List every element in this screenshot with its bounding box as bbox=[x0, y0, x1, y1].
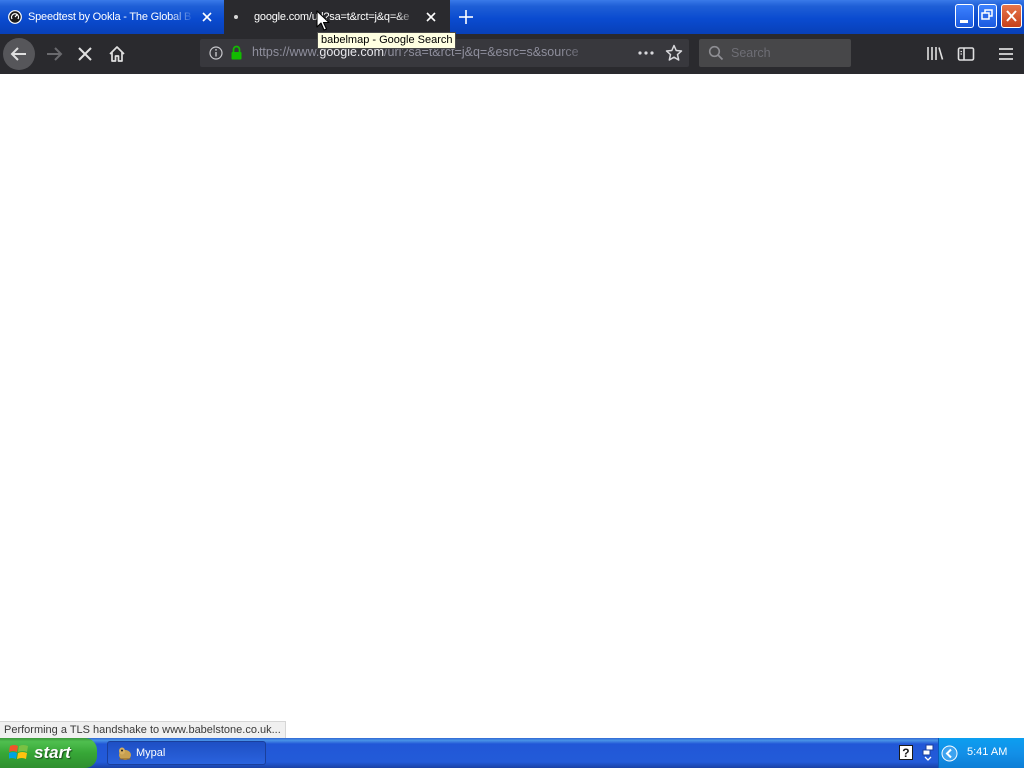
svg-text:?: ? bbox=[902, 746, 909, 760]
close-window-button[interactable] bbox=[1001, 4, 1022, 28]
back-arrow-icon bbox=[10, 47, 26, 61]
windows-logo-icon bbox=[9, 745, 28, 759]
tab-close-icon[interactable] bbox=[424, 10, 438, 24]
stop-loading-icon[interactable] bbox=[75, 44, 95, 64]
minimize-button[interactable] bbox=[955, 4, 974, 28]
lock-icon[interactable] bbox=[230, 45, 243, 60]
site-info-icon[interactable] bbox=[209, 46, 223, 60]
status-bar-text: Performing a TLS handshake to www.babels… bbox=[0, 721, 286, 738]
restore-icon bbox=[981, 9, 993, 20]
tab-tooltip: babelmap - Google Search bbox=[317, 32, 457, 49]
clock: 5:41 AM bbox=[967, 746, 1008, 758]
network-icon[interactable] bbox=[921, 744, 935, 762]
close-icon bbox=[1006, 10, 1017, 22]
tab-speedtest[interactable]: Speedtest by Ookla - The Global B bbox=[0, 0, 224, 34]
forward-arrow-icon[interactable] bbox=[44, 44, 64, 64]
restore-button[interactable] bbox=[978, 4, 997, 28]
taskbar-item-label: Mypal bbox=[136, 747, 166, 759]
search-field[interactable]: Search bbox=[699, 39, 851, 67]
menu-hamburger-icon[interactable] bbox=[996, 44, 1016, 64]
sidebar-icon[interactable] bbox=[956, 44, 976, 64]
mouse-pointer-icon bbox=[316, 10, 330, 31]
loading-dot-icon bbox=[234, 15, 238, 19]
search-icon bbox=[708, 45, 724, 61]
start-button[interactable]: start bbox=[0, 738, 97, 768]
new-tab-plus-icon[interactable] bbox=[456, 7, 476, 27]
library-icon[interactable] bbox=[925, 44, 945, 64]
mypal-app-icon bbox=[119, 747, 131, 760]
tab-google-redirect[interactable]: google.com/url?sa=t&rct=j&q=&e bbox=[224, 0, 450, 34]
minimize-icon bbox=[960, 20, 968, 23]
tab-close-icon[interactable] bbox=[200, 10, 214, 24]
help-icon[interactable]: ? bbox=[899, 745, 913, 760]
search-placeholder: Search bbox=[731, 46, 771, 60]
page-actions-icon[interactable] bbox=[637, 46, 655, 60]
bookmark-star-icon[interactable] bbox=[665, 44, 683, 62]
back-button[interactable] bbox=[3, 38, 35, 70]
tab-title: google.com/url?sa=t&rct=j&q=&e bbox=[254, 11, 410, 23]
tab-title: Speedtest by Ookla - The Global B bbox=[28, 11, 192, 23]
page-content-area bbox=[0, 74, 1024, 738]
tray-collapse-chevron-icon[interactable] bbox=[941, 745, 958, 762]
taskbar-item-mypal[interactable]: Mypal bbox=[107, 741, 266, 765]
home-icon[interactable] bbox=[107, 44, 127, 64]
speedometer-icon bbox=[8, 10, 22, 24]
url-prefix: https://www. bbox=[252, 45, 320, 59]
start-label: start bbox=[34, 743, 71, 762]
